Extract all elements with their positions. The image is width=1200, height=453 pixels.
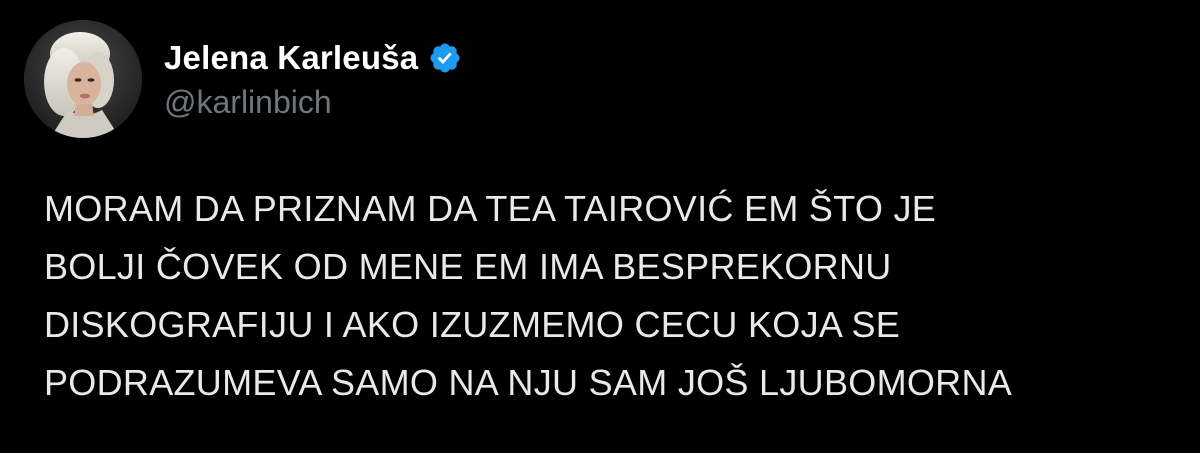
author-handle[interactable]: @karlinbich [164, 84, 332, 121]
tweet-card: Jelena Karleuša @karlinbich MORAM DA PRI… [0, 0, 1200, 453]
tweet-text-line: BOLJI ČOVEK OD MENE EM IMA BESPREKORNU [44, 246, 892, 287]
profile-photo-icon [24, 20, 142, 138]
avatar[interactable] [24, 20, 142, 138]
tweet-text-line: DISKOGRAFIJU I AKO IZUZMEMO CECU KOJA SE [44, 304, 901, 345]
tweet-text: MORAM DA PRIZNAM DA TEA TAIROVIĆ EM ŠTO … [44, 180, 1174, 412]
verified-badge-icon[interactable] [428, 41, 462, 75]
tweet-text-line: MORAM DA PRIZNAM DA TEA TAIROVIĆ EM ŠTO … [44, 188, 937, 229]
author-display-name[interactable]: Jelena Karleuša [164, 39, 418, 77]
tweet-text-line: PODRAZUMEVA SAMO NA NJU SAM JOŠ LJUBOMOR… [44, 362, 1013, 403]
author-name-row: Jelena Karleuša [164, 36, 462, 80]
